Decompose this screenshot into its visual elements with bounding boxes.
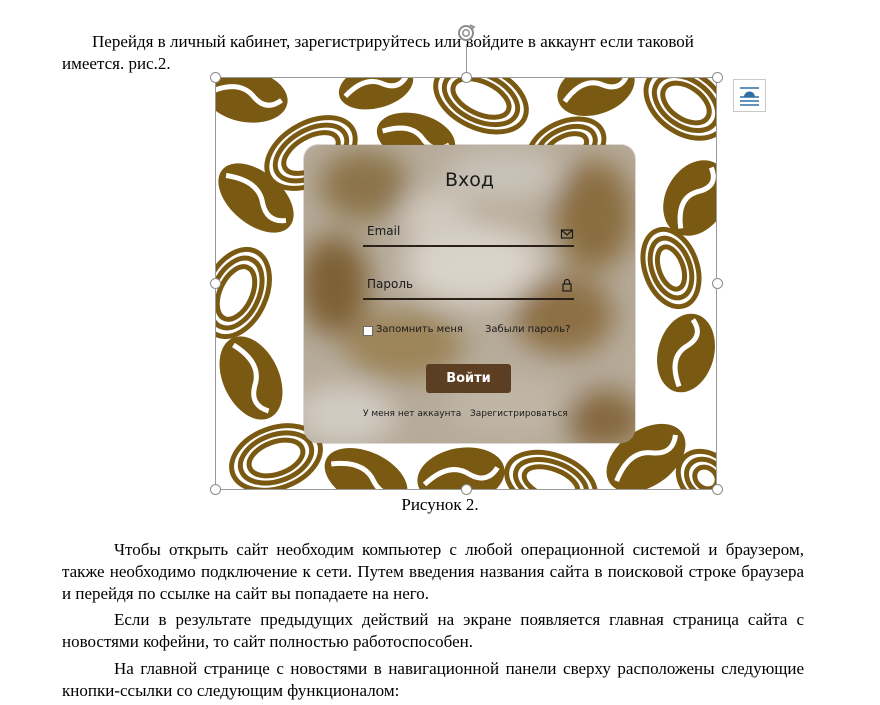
register-link[interactable]: Зарегистрироваться bbox=[470, 409, 568, 419]
coffee-bean bbox=[643, 78, 716, 141]
coffee-bean bbox=[219, 336, 283, 420]
figure-image[interactable]: Вход Email Пароль Запомнить меня Забыли … bbox=[215, 77, 717, 490]
password-field[interactable] bbox=[363, 298, 574, 300]
rotate-icon[interactable] bbox=[455, 22, 477, 44]
paragraph-3: На главной странице с новостями в навига… bbox=[62, 659, 804, 700]
coffee-bean bbox=[216, 246, 272, 340]
intro-line-2: имеется. рис.2. bbox=[62, 54, 171, 73]
login-button[interactable]: Войти bbox=[426, 364, 511, 393]
remember-me-checkbox[interactable] bbox=[363, 326, 373, 336]
coffee-bean bbox=[338, 78, 414, 110]
coffee-bean bbox=[663, 160, 716, 236]
email-field[interactable] bbox=[363, 245, 574, 247]
figure-caption: Рисунок 2. bbox=[401, 495, 479, 514]
lock-icon bbox=[562, 278, 572, 292]
coffee-bean bbox=[417, 447, 505, 489]
forgot-password-link[interactable]: Забыли пароль? bbox=[485, 324, 570, 335]
resize-handle-top[interactable] bbox=[461, 72, 472, 83]
intro-paragraph: Перейдя в личный кабинет, зарегистрируйт… bbox=[62, 31, 804, 75]
login-card: Вход Email Пароль Запомнить меня Забыли … bbox=[304, 145, 635, 443]
login-title: Вход bbox=[444, 169, 495, 191]
password-field-label: Пароль bbox=[367, 277, 414, 291]
coffee-bean bbox=[324, 447, 408, 489]
coffee-bean bbox=[216, 78, 288, 123]
resize-handle-left[interactable] bbox=[210, 278, 221, 289]
paragraph-1: Чтобы открыть сайт необходим компьютер с… bbox=[62, 540, 804, 603]
resize-handle-top-right[interactable] bbox=[712, 72, 723, 83]
coffee-bean bbox=[657, 313, 715, 393]
email-field-label: Email bbox=[367, 224, 401, 238]
intro-line-1: Перейдя в личный кабинет, зарегистрируйт… bbox=[92, 32, 694, 51]
layout-options-icon bbox=[740, 87, 759, 106]
coffee-bean bbox=[218, 163, 294, 233]
coffee-bean bbox=[640, 226, 702, 310]
resize-handle-right[interactable] bbox=[712, 278, 723, 289]
no-account-text: У меня нет аккаунта bbox=[363, 409, 462, 419]
layout-options-button[interactable] bbox=[733, 79, 766, 112]
mail-icon bbox=[560, 229, 574, 239]
coffee-bean bbox=[504, 449, 598, 489]
rotate-connector bbox=[466, 44, 467, 72]
resize-handle-top-left[interactable] bbox=[210, 72, 221, 83]
paragraph-2: Если в результате предыдущих действий на… bbox=[62, 610, 804, 651]
remember-me-label: Запомнить меня bbox=[376, 324, 463, 335]
